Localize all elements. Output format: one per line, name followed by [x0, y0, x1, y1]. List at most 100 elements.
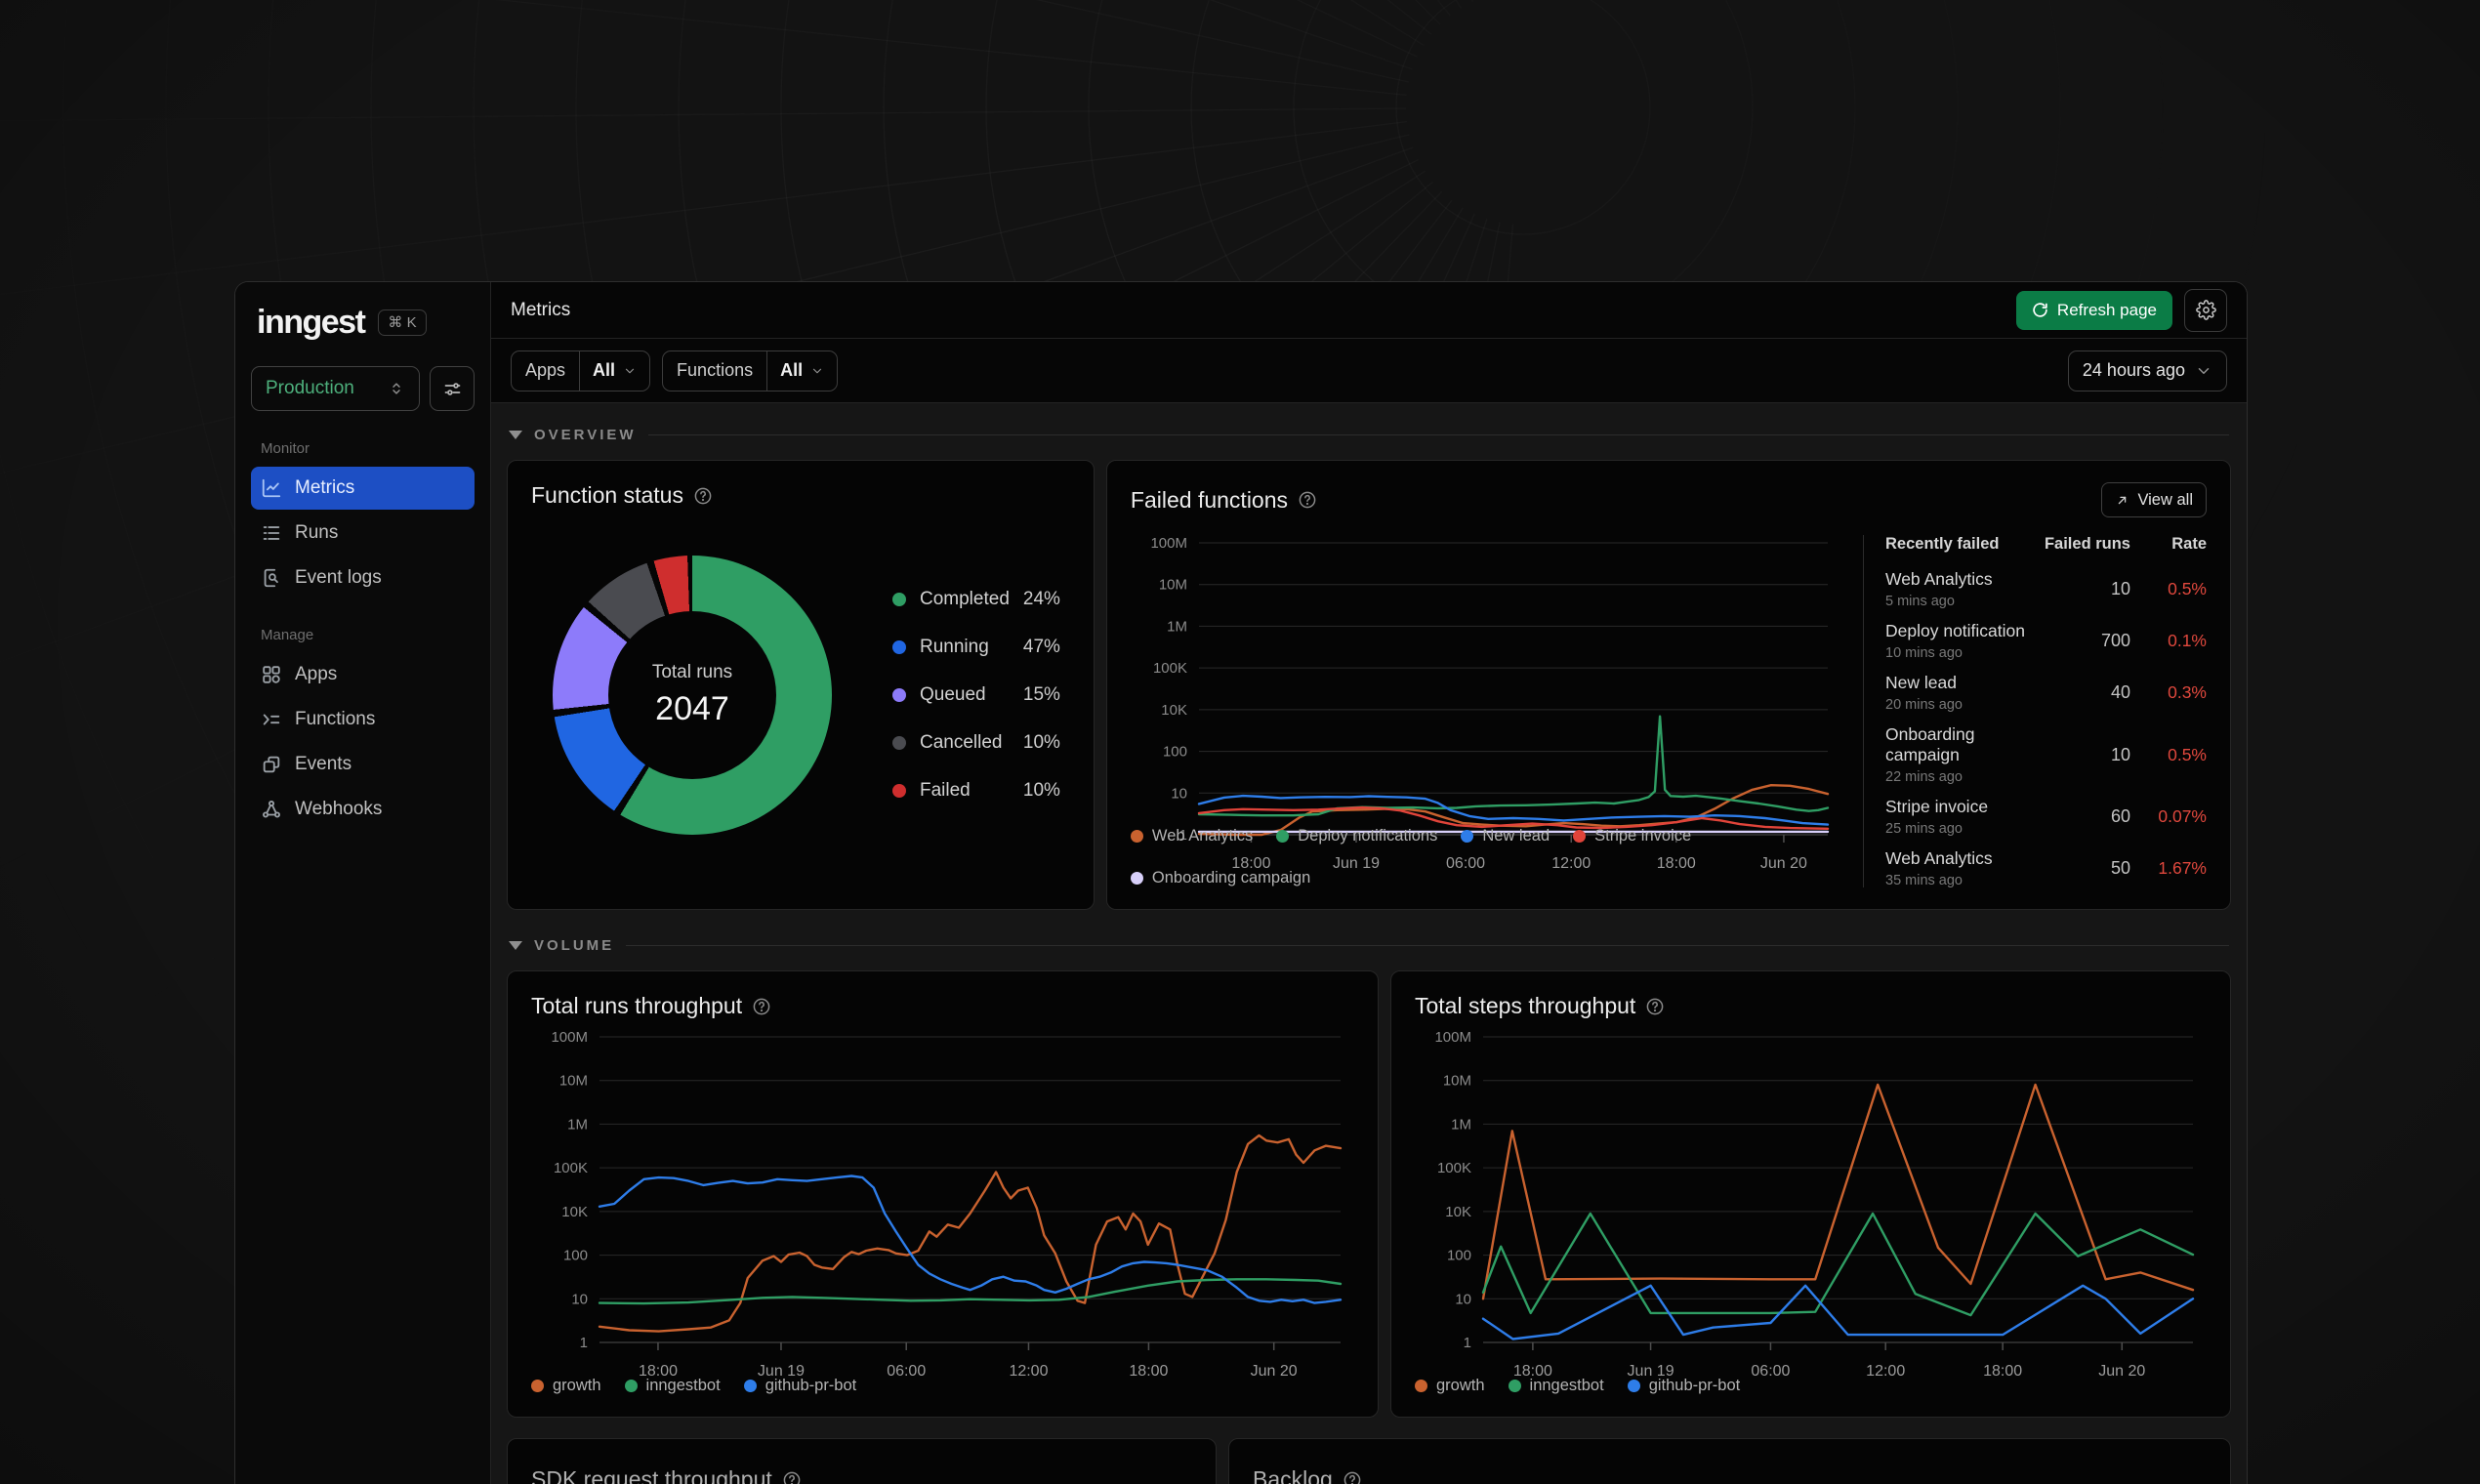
- svg-text:10M: 10M: [1159, 577, 1187, 594]
- legend-dot: [1508, 1380, 1521, 1392]
- help-icon[interactable]: [1343, 1470, 1362, 1484]
- failed-functions-legend: Web Analytics Deploy notifications New lea…: [1130, 827, 1841, 887]
- refresh-page-button[interactable]: Refresh page: [2015, 290, 2172, 330]
- svg-text:10: 10: [1171, 785, 1187, 802]
- sidebar-item-label: Events: [295, 754, 352, 774]
- page-title: Metrics: [511, 299, 571, 320]
- svg-text:100M: 100M: [551, 1029, 588, 1046]
- svg-text:10: 10: [571, 1291, 588, 1307]
- content-area: OVERVIEW Function status Total runs 2047…: [491, 403, 2247, 1484]
- apps-filter[interactable]: Apps All: [511, 350, 651, 392]
- sidebar-item[interactable]: Webhooks: [251, 788, 475, 831]
- page-background: inngest ⌘ K Production Monitor Metrics R…: [0, 0, 2480, 1484]
- legend-label: Deploy notifications: [1298, 827, 1438, 845]
- legend-item: growth: [531, 1377, 601, 1395]
- failed-functions-chart: 100M 10M 1M 100K 10K 100 10 1 18:00 Jun 19 06:00 12…: [1131, 531, 1841, 872]
- table-row[interactable]: Web Analytics 5 mins ago 10 0.5%: [1885, 569, 2207, 609]
- sidebar-item-icon: [261, 799, 282, 820]
- svg-text:10: 10: [1455, 1291, 1471, 1307]
- legend-dot: [1276, 830, 1290, 843]
- total-runs-value: 2047: [655, 690, 729, 727]
- settings-button[interactable]: [2184, 288, 2227, 332]
- command-k-shortcut-badge[interactable]: ⌘ K: [378, 309, 427, 336]
- table-row[interactable]: Deploy notification 10 mins ago 700 0.1%: [1885, 621, 2207, 661]
- legend-dot: [624, 1380, 638, 1392]
- help-icon[interactable]: [782, 1470, 802, 1484]
- sidebar-item[interactable]: Metrics: [251, 467, 475, 510]
- table-row[interactable]: New lead 20 mins ago 40 0.3%: [1885, 673, 2207, 713]
- dashboard-panel: inngest ⌘ K Production Monitor Metrics R…: [234, 281, 2248, 1484]
- inngest-logo[interactable]: inngest: [257, 306, 366, 339]
- svg-text:100: 100: [1447, 1248, 1471, 1264]
- sidebar-item[interactable]: Runs: [251, 512, 475, 555]
- legend-row: Completed 24%: [892, 589, 1060, 610]
- volume-section-label: VOLUME: [534, 936, 615, 954]
- svg-text:10M: 10M: [1443, 1073, 1471, 1090]
- sliders-icon: [442, 379, 463, 399]
- apps-filter-label: Apps: [525, 360, 566, 380]
- refresh-icon: [2032, 302, 2048, 318]
- total-runs-throughput-card: Total runs throughput 100M 10M 1M 100K 10K 10…: [507, 970, 1379, 1418]
- function-status-title: Function status: [531, 482, 683, 508]
- sidebar-item[interactable]: Functions: [251, 698, 475, 741]
- sidebar-item[interactable]: Apps: [251, 653, 475, 696]
- svg-text:1M: 1M: [1451, 1116, 1471, 1133]
- legend-dot: [892, 736, 906, 750]
- topbar: Metrics Refresh page: [491, 282, 2247, 339]
- sidebar-item[interactable]: Event logs: [251, 556, 475, 599]
- sidebar-item-label: Functions: [295, 709, 376, 729]
- backlog-card: Backlog: [1228, 1438, 2231, 1484]
- collapse-triangle-icon[interactable]: [509, 430, 522, 439]
- table-row[interactable]: Web Analytics 35 mins ago 50 1.67%: [1885, 848, 2207, 888]
- failure-rate-value: 0.5%: [2168, 579, 2207, 598]
- legend-dot: [1130, 830, 1143, 843]
- environment-select[interactable]: Production: [251, 366, 420, 411]
- help-icon[interactable]: [693, 486, 713, 506]
- legend-label: growth: [553, 1377, 601, 1394]
- functions-filter[interactable]: Functions All: [662, 350, 839, 392]
- total-steps-legend: growth inngestbot github-pr-bot: [1415, 1377, 2207, 1395]
- failed-function-name: Stripe invoice: [1885, 797, 1989, 816]
- help-icon[interactable]: [1645, 997, 1665, 1016]
- table-row[interactable]: Onboarding campaign 22 mins ago 10 0.5%: [1885, 724, 2207, 785]
- failure-rate-value: 0.5%: [2168, 744, 2207, 764]
- failed-runs-value: 10: [2110, 744, 2130, 764]
- legend-label: growth: [1436, 1377, 1485, 1394]
- help-icon[interactable]: [752, 997, 771, 1016]
- collapse-triangle-icon[interactable]: [509, 940, 522, 950]
- sidebar-manage-items: Apps Functions Events Webhooks: [251, 653, 475, 833]
- legend-label: inngestbot: [645, 1377, 721, 1394]
- function-status-donut: Total runs 2047: [553, 556, 832, 835]
- legend-dot: [1461, 830, 1474, 843]
- legend-dot: [1627, 1380, 1640, 1392]
- sidebar: inngest ⌘ K Production Monitor Metrics R…: [235, 282, 491, 1484]
- total-runs-throughput-title: Total runs throughput: [531, 993, 743, 1018]
- chevron-up-down-icon: [388, 380, 405, 397]
- sdk-request-throughput-card: SDK request throughput: [507, 1438, 1217, 1484]
- failed-function-name: Deploy notification: [1885, 621, 2025, 640]
- table-row[interactable]: Stripe invoice 25 mins ago 60 0.07%: [1885, 797, 2207, 837]
- legend-item: github-pr-bot: [743, 1377, 856, 1395]
- sidebar-item-icon: [261, 522, 282, 544]
- svg-text:100K: 100K: [1153, 660, 1187, 677]
- view-all-label: View all: [2137, 490, 2193, 509]
- backlog-title: Backlog: [1253, 1466, 1333, 1484]
- sidebar-item-icon: [261, 567, 282, 589]
- legend-value: 15%: [1022, 684, 1060, 705]
- total-runs-legend: growth inngestbot github-pr-bot: [531, 1377, 1354, 1395]
- sidebar-item-label: Metrics: [295, 477, 355, 498]
- failed-function-time: 25 mins ago: [1885, 821, 1963, 837]
- sidebar-item[interactable]: Events: [251, 743, 475, 786]
- failed-runs-value: 40: [2110, 682, 2130, 702]
- environment-filter-button[interactable]: [430, 366, 475, 411]
- time-range-select[interactable]: 24 hours ago: [2067, 350, 2227, 392]
- gear-icon: [2195, 300, 2216, 320]
- view-all-button[interactable]: View all: [2101, 482, 2207, 517]
- failed-functions-card: Failed functions View all 100M 10M 1M 100K 1…: [1105, 460, 2231, 910]
- help-icon[interactable]: [1298, 490, 1317, 510]
- legend-value: 47%: [1022, 637, 1060, 657]
- legend-dot: [892, 640, 906, 654]
- sidebar-section-monitor: Monitor: [261, 440, 310, 457]
- main-area: Metrics Refresh page Apps All Functions …: [491, 282, 2247, 1484]
- failed-function-name: Web Analytics: [1885, 848, 1993, 868]
